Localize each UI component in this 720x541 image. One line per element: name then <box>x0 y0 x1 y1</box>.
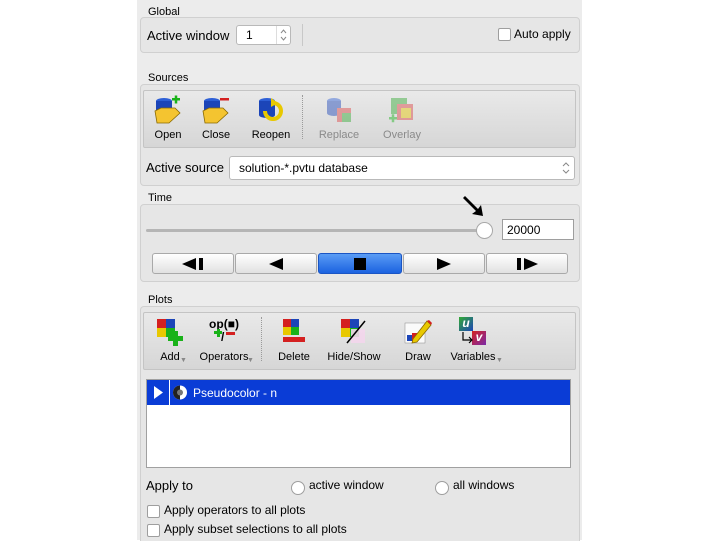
variables-label: Variables <box>450 351 496 363</box>
step-back-icon <box>182 257 203 270</box>
active-window-spinbox[interactable]: 1 <box>236 25 291 45</box>
draw-icon <box>404 320 432 344</box>
operators-button[interactable]: op(■) / Operators ▼ <box>196 313 254 367</box>
add-plot-icon <box>157 319 183 346</box>
active-window-value: 1 <box>246 28 253 42</box>
plots-toolbar: Add ▼ op(■) / Operators ▼ Delete Hide/Sh… <box>143 312 576 370</box>
apply-operators-label: Apply operators to all plots <box>164 503 306 517</box>
pointer-arrow-icon <box>463 196 483 216</box>
variables-button[interactable]: u v Variables ▼ <box>446 313 503 367</box>
overlay-button[interactable]: Overlay <box>376 91 428 145</box>
stop-button[interactable] <box>318 253 402 274</box>
all-windows-radio[interactable] <box>435 481 449 495</box>
dropdown-arrows-icon[interactable] <box>561 159 571 180</box>
spin-arrows-icon[interactable] <box>276 26 290 44</box>
delete-plot-label: Delete <box>278 351 310 363</box>
replace-database-icon <box>327 98 351 122</box>
operators-icon-text: op(■) <box>209 317 239 331</box>
active-window-label: Active window <box>147 28 230 43</box>
active-source-value: solution-*.pvtu database <box>239 161 368 175</box>
time-slider-handle[interactable] <box>476 222 493 239</box>
toolbar-separator <box>302 95 303 139</box>
operators-label: Operators <box>199 351 249 363</box>
step-forward-button[interactable] <box>486 253 568 274</box>
apply-operators-checkbox[interactable] <box>147 505 160 518</box>
active-source-dropdown[interactable]: solution-*.pvtu database <box>229 156 575 180</box>
reopen-database-icon <box>259 98 283 121</box>
play-reverse-button[interactable] <box>235 253 317 274</box>
active-window-option-label: active window <box>309 478 384 492</box>
open-button[interactable]: Open <box>150 91 186 145</box>
play-icon <box>437 257 451 270</box>
menu-caret-icon: ▼ <box>247 357 254 364</box>
time-value: 20000 <box>507 223 541 237</box>
plot-item-label: Pseudocolor - n <box>193 386 278 400</box>
reopen-button[interactable]: Reopen <box>248 91 294 145</box>
close-label: Close <box>201 129 231 141</box>
time-value-field[interactable]: 20000 <box>502 219 574 240</box>
control-panel: Global Active window 1 Auto apply Source… <box>137 0 582 541</box>
stop-icon <box>354 257 366 270</box>
reopen-label: Reopen <box>251 129 291 141</box>
auto-apply-label: Auto apply <box>514 27 571 41</box>
delete-plot-button[interactable]: Delete <box>272 313 316 367</box>
add-plot-button[interactable]: Add ▼ <box>150 313 190 367</box>
plot-status-icon <box>171 384 189 401</box>
divider <box>302 24 303 46</box>
plots-section-title: Plots <box>148 294 173 306</box>
global-group: Active window 1 Auto apply <box>140 17 580 53</box>
sources-section-title: Sources <box>148 72 189 84</box>
menu-caret-icon: ▼ <box>496 357 503 364</box>
play-button[interactable] <box>403 253 485 274</box>
close-button[interactable]: Close <box>196 91 236 145</box>
hide-show-label: Hide/Show <box>327 351 381 363</box>
menu-caret-icon: ▼ <box>180 357 187 364</box>
operators-icon: op(■) / <box>209 317 239 344</box>
apply-to-label: Apply to <box>146 478 193 493</box>
apply-subset-checkbox[interactable] <box>147 524 160 537</box>
hide-show-icon <box>341 319 366 344</box>
variables-icon: u v <box>458 317 488 347</box>
toolbar-separator <box>261 317 262 361</box>
time-slider-track[interactable] <box>146 229 491 232</box>
active-window-radio[interactable] <box>291 481 305 495</box>
step-forward-icon <box>517 257 538 270</box>
expand-arrow-icon[interactable] <box>147 380 170 405</box>
draw-label: Draw <box>405 351 431 363</box>
sources-toolbar: Open Close Reopen Replace Overlay <box>143 90 576 148</box>
plot-list-item[interactable]: Pseudocolor - n <box>147 380 570 405</box>
delete-plot-icon <box>283 319 305 342</box>
hide-show-button[interactable]: Hide/Show <box>324 313 384 367</box>
auto-apply-checkbox[interactable] <box>498 28 511 41</box>
replace-label: Replace <box>318 129 360 141</box>
close-database-icon <box>202 98 229 124</box>
replace-button[interactable]: Replace <box>314 91 364 145</box>
overlay-label: Overlay <box>383 129 421 141</box>
draw-button[interactable]: Draw <box>396 313 440 367</box>
time-section-title: Time <box>148 192 173 204</box>
plot-list: Pseudocolor - n <box>146 379 571 468</box>
play-reverse-icon <box>269 257 283 270</box>
open-label: Open <box>154 129 182 141</box>
apply-subset-label: Apply subset selections to all plots <box>164 522 347 536</box>
active-source-label: Active source <box>146 160 225 175</box>
open-database-icon <box>154 95 181 124</box>
overlay-database-icon <box>389 98 413 123</box>
all-windows-option-label: all windows <box>453 478 515 492</box>
step-back-button[interactable] <box>152 253 234 274</box>
